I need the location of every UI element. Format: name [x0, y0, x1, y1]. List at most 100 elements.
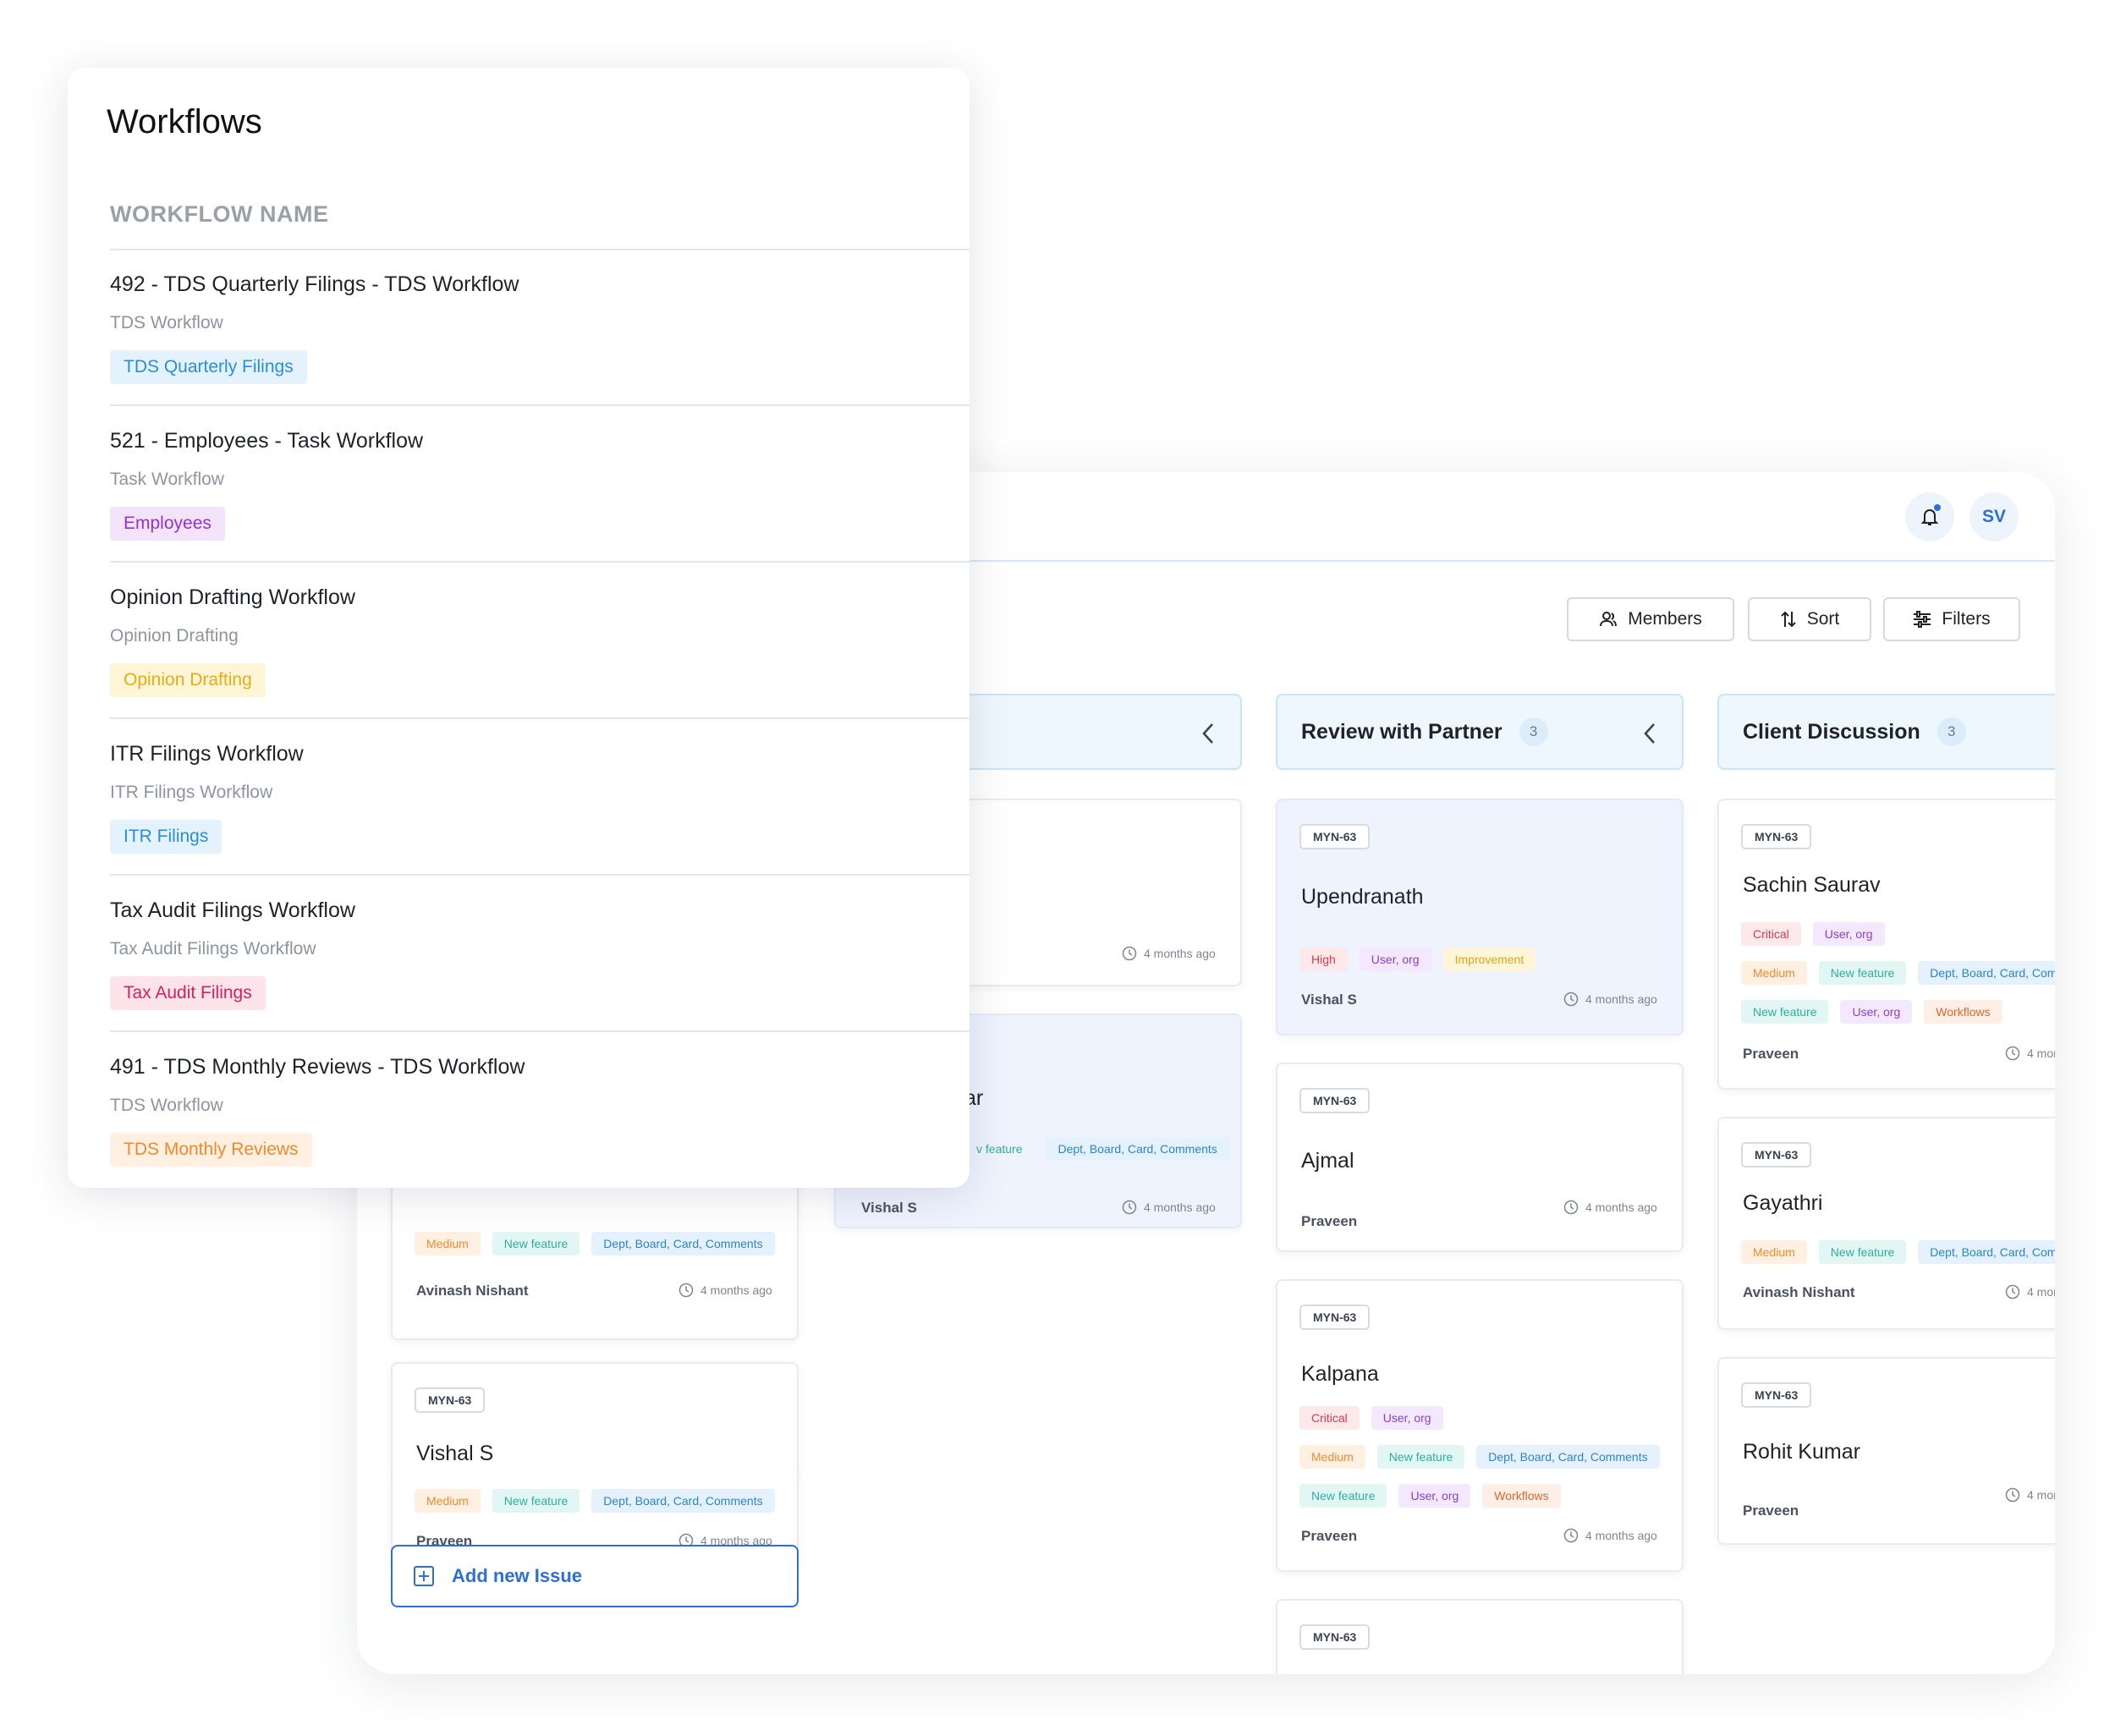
chevron-left-icon[interactable]	[1201, 722, 1215, 744]
workflow-tag: TDS Quarterly Filings	[110, 350, 307, 384]
issue-id: MYN-63	[1299, 824, 1371, 849]
assignee: Vishal S	[1301, 992, 1357, 1008]
assignee: Avinash Nishant	[1743, 1284, 1855, 1300]
issue-title: Rohit Kumar	[1743, 1440, 1860, 1464]
filters-button[interactable]: Filters	[1883, 597, 2020, 641]
issue-card[interactable]: MYN-63	[1276, 1599, 1684, 1674]
members-button[interactable]: Members	[1567, 597, 1734, 641]
priority-tag: Critical	[1741, 922, 1801, 946]
issue-card[interactable]: MYN-63 Rohit Kumar Praveen 4 mon	[1717, 1357, 2055, 1545]
column-header-client-discussion[interactable]: Client Discussion 3	[1717, 694, 2055, 770]
clock-icon	[1122, 1200, 1137, 1215]
sort-icon	[1781, 611, 1796, 628]
type-tag: Improvement	[1442, 948, 1536, 971]
issue-card[interactable]: MYN-63 Upendranath High User, org Improv…	[1276, 799, 1684, 1036]
type-tag: New feature	[1818, 961, 1907, 985]
clock-icon	[2005, 1046, 2020, 1061]
priority-tag: Medium	[415, 1489, 481, 1513]
issue-title: Upendranath	[1301, 885, 1424, 909]
notification-dot	[1934, 504, 1941, 511]
assignee: Praveen	[1301, 1213, 1358, 1229]
column-count: 3	[1519, 717, 1548, 746]
issue-id: MYN-63	[1741, 1382, 1812, 1408]
page-title: Workflows	[107, 103, 262, 140]
issue-id: MYN-63	[415, 1387, 486, 1413]
workflow-name[interactable]: 492 - TDS Quarterly Filings - TDS Workfl…	[110, 272, 519, 297]
issue-card[interactable]: MYN-63 Kalpana Critical User, org Medium…	[1276, 1279, 1684, 1572]
timestamp: 4 mon	[2005, 1284, 2055, 1299]
issue-card[interactable]: MYN-63 Ajmal Praveen 4 months ago	[1276, 1063, 1684, 1252]
notifications-button[interactable]	[1905, 492, 1954, 541]
avatar[interactable]: SV	[1969, 492, 2019, 541]
filters-label: Filters	[1942, 609, 1991, 629]
workflow-name[interactable]: 491 - TDS Monthly Reviews - TDS Workflow	[110, 1055, 525, 1080]
workflow-type: TDS Workflow	[110, 1096, 223, 1115]
label-tag: Dept, Board, Card, Comm	[1918, 1240, 2055, 1264]
type-tag: New feature	[1376, 1445, 1465, 1469]
timestamp: 4 months ago	[1122, 1200, 1216, 1215]
divider	[110, 874, 970, 876]
type-tag: v feature	[976, 1142, 1023, 1156]
type-tag: New feature	[492, 1232, 580, 1255]
workflow-type: TDS Workflow	[110, 313, 223, 332]
label-tag: Dept, Board, Card, Comm	[1918, 961, 2055, 985]
priority-tag: Medium	[415, 1232, 481, 1255]
issue-id: MYN-63	[1741, 1142, 1812, 1167]
issue-title: Kalpana	[1301, 1362, 1379, 1386]
label-tag: Dept, Board, Card, Comments	[1046, 1137, 1229, 1161]
issue-title: Ajmal	[1301, 1149, 1354, 1173]
type-tag: New feature	[492, 1489, 580, 1513]
assignee: Vishal S	[861, 1200, 917, 1216]
timestamp: 4 months ago	[1563, 1528, 1657, 1543]
members-label: Members	[1628, 609, 1702, 629]
workflow-type: ITR Filings Workflow	[110, 783, 273, 802]
issue-card[interactable]: MYN-63 Gayathri Medium New feature Dept,…	[1717, 1117, 2055, 1330]
column-count: 3	[1936, 717, 1966, 746]
assignee: Praveen	[1743, 1046, 1799, 1062]
workflow-tag: ITR Filings	[110, 820, 222, 854]
label-tag: Dept, Board, Card, Comments	[591, 1232, 775, 1255]
add-new-issue-button[interactable]: Add new Issue	[391, 1545, 799, 1607]
column-header-review-with-partner[interactable]: Review with Partner 3	[1276, 694, 1684, 770]
clock-icon	[1563, 992, 1579, 1007]
scope-tag: User, org	[1371, 1406, 1443, 1430]
scope-tag: User, org	[1840, 1000, 1913, 1024]
issue-id: MYN-63	[1299, 1624, 1371, 1650]
label-tag: Workflows	[1924, 1000, 2002, 1024]
issue-id: MYN-63	[1299, 1088, 1371, 1113]
plus-square-icon	[414, 1566, 434, 1586]
issue-id: MYN-63	[1299, 1305, 1371, 1330]
workflow-type: Tax Audit Filings Workflow	[110, 939, 316, 959]
priority-tag: High	[1299, 948, 1348, 971]
issue-card[interactable]: MYN-63 Vishal S Medium New feature Dept,…	[391, 1362, 799, 1572]
divider	[110, 1030, 970, 1032]
workflow-name[interactable]: Tax Audit Filings Workflow	[110, 898, 355, 923]
timestamp: 4 months ago	[1122, 946, 1216, 961]
workflow-type: Task Workflow	[110, 470, 224, 489]
column-title: Client Discussion	[1743, 719, 1920, 744]
divider	[110, 249, 970, 250]
timestamp: 4 mon	[2005, 1046, 2055, 1061]
priority-tag: Medium	[1299, 1445, 1365, 1469]
workflow-tag: TDS Monthly Reviews	[110, 1133, 312, 1167]
issue-id: MYN-63	[1741, 824, 1812, 849]
column-header-workflow-name[interactable]: WORKFLOW NAME	[110, 201, 328, 228]
workflow-tag: Opinion Drafting	[110, 663, 266, 697]
sort-button[interactable]: Sort	[1748, 597, 1871, 641]
chevron-left-icon[interactable]	[1643, 722, 1656, 744]
priority-tag: Medium	[1741, 1240, 1807, 1264]
workflow-name[interactable]: ITR Filings Workflow	[110, 742, 304, 766]
divider	[110, 717, 970, 719]
divider	[110, 561, 970, 563]
issue-title: Gayathri	[1743, 1191, 1823, 1215]
sort-label: Sort	[1806, 609, 1840, 629]
type-tag: New feature	[1299, 1484, 1387, 1508]
workflow-name[interactable]: Opinion Drafting Workflow	[110, 585, 355, 610]
clock-icon	[1563, 1528, 1579, 1543]
issue-card[interactable]: MYN-63 Sachin Saurav Critical User, org …	[1717, 799, 2055, 1090]
workflow-name[interactable]: 521 - Employees - Task Workflow	[110, 429, 423, 453]
workflow-tag: Employees	[110, 507, 225, 541]
clock-icon	[2005, 1487, 2020, 1503]
scope-tag: User, org	[1359, 948, 1431, 971]
label-tag: Dept, Board, Card, Comments	[591, 1489, 775, 1513]
